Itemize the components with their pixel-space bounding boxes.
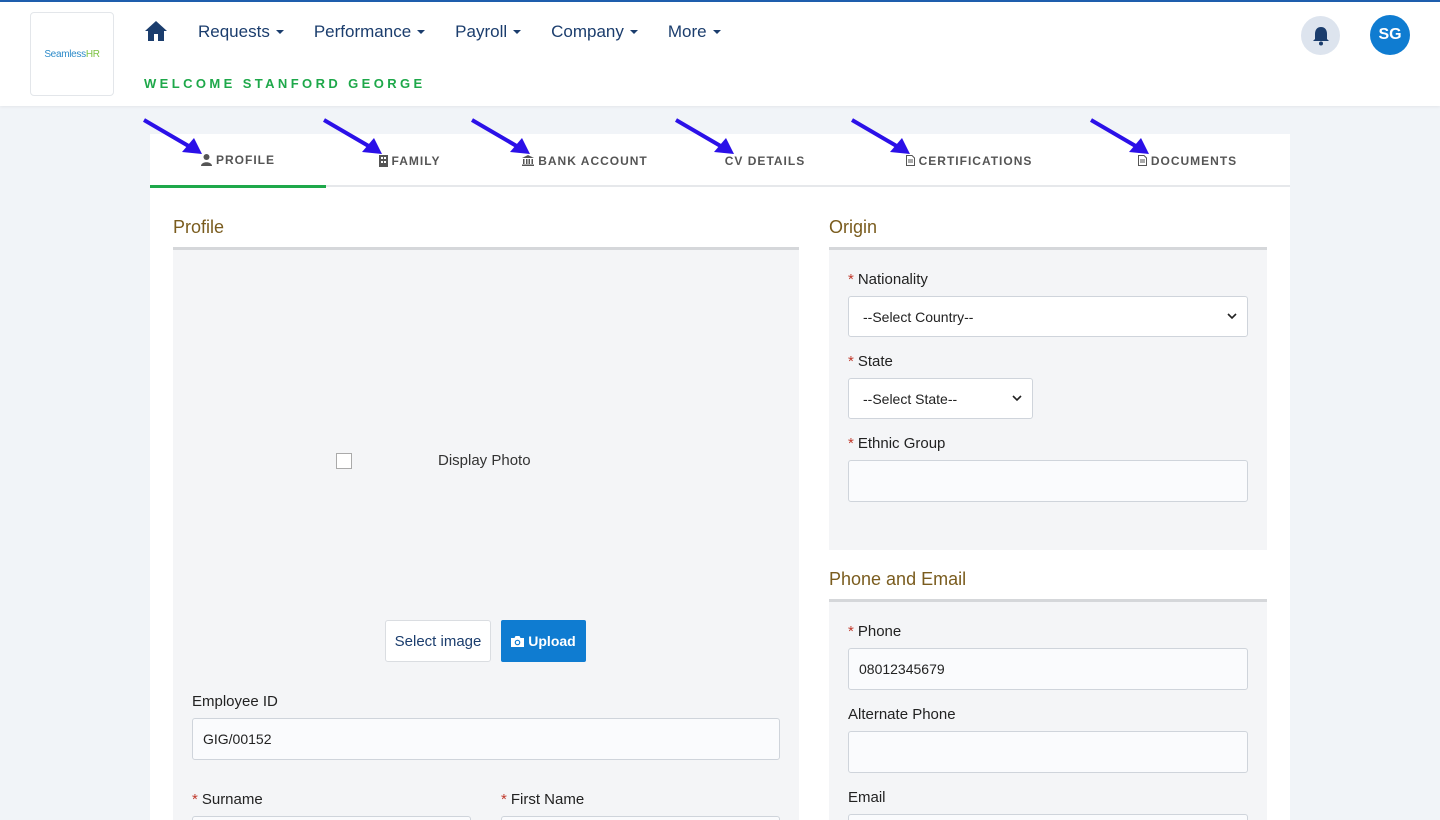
logo-text-hr: HR	[85, 48, 100, 60]
alternate-phone-field[interactable]	[848, 731, 1248, 773]
nav-performance-label: Performance	[313, 22, 412, 41]
phone-label-text: Phone	[857, 623, 902, 640]
email-field[interactable]	[848, 814, 1248, 820]
nav-company[interactable]: Company	[551, 20, 638, 44]
contact-section-title: Phone and Email	[829, 569, 967, 589]
file-icon	[905, 155, 915, 166]
ethnic-group-label-text: Ethnic Group	[857, 435, 946, 452]
broken-image-icon	[336, 452, 352, 469]
chevron-down-icon	[1012, 394, 1022, 401]
ethnic-group-field[interactable]	[848, 460, 1248, 502]
profile-tabs: PROFILE FAMILY BANK ACCOUNT CV DETAILS C…	[150, 134, 1290, 188]
nav-payroll-label: Payroll	[455, 22, 508, 41]
upload-button-label: Upload	[528, 633, 576, 649]
tab-family-label: FAMILY	[391, 153, 441, 168]
required-mark: *	[848, 623, 854, 640]
caret-down-icon	[712, 30, 721, 34]
surname-field[interactable]	[192, 816, 471, 820]
state-label: * State	[848, 353, 893, 370]
caret-down-icon	[417, 30, 426, 34]
tab-documents[interactable]: DOCUMENTS	[1085, 134, 1290, 187]
chevron-down-icon	[1227, 312, 1237, 319]
phone-field[interactable]: 08012345679	[848, 648, 1248, 690]
email-label: Email	[848, 789, 886, 806]
select-image-button[interactable]: Select image	[385, 620, 491, 662]
company-logo[interactable]: Seamless HR	[30, 12, 114, 96]
tab-bank-account-label: BANK ACCOUNT	[538, 153, 648, 168]
home-icon[interactable]	[144, 20, 168, 42]
surname-label: * Surname	[192, 791, 263, 808]
file-icon	[1137, 155, 1147, 166]
tab-cv-details[interactable]: CV DETAILS	[677, 134, 853, 187]
nav-performance[interactable]: Performance	[313, 20, 426, 44]
employee-id-label: Employee ID	[192, 693, 278, 710]
top-header: Seamless HR Requests Performance Payroll …	[0, 2, 1440, 106]
welcome-message: WELCOME STANFORD GEORGE	[144, 76, 426, 91]
required-mark: *	[848, 271, 854, 288]
tab-family[interactable]: FAMILY	[326, 134, 493, 187]
state-label-text: State	[857, 353, 893, 370]
required-mark: *	[501, 791, 507, 808]
first-name-label-text: First Name	[510, 791, 585, 808]
profile-section-title: Profile	[173, 217, 225, 237]
required-mark: *	[192, 791, 198, 808]
nav-requests-label: Requests	[198, 22, 270, 41]
required-mark: *	[848, 435, 854, 452]
user-avatar[interactable]: SG	[1370, 15, 1410, 55]
first-name-label: * First Name	[501, 791, 584, 808]
display-photo-alt-text: Display Photo	[438, 452, 531, 469]
nav-more[interactable]: More	[668, 20, 721, 44]
bank-icon	[522, 155, 535, 166]
nav-requests[interactable]: Requests	[198, 20, 284, 44]
alternate-phone-label: Alternate Phone	[848, 706, 956, 723]
employee-id-field[interactable]: GIG/00152	[192, 718, 780, 760]
main-nav: Requests Performance Payroll Company Mor…	[198, 20, 751, 44]
tab-profile-label: PROFILE	[215, 152, 275, 167]
caret-down-icon	[275, 30, 284, 34]
surname-label-text: Surname	[201, 791, 263, 808]
caret-down-icon	[513, 30, 522, 34]
bell-icon	[1312, 26, 1329, 45]
ethnic-group-label: * Ethnic Group	[848, 435, 945, 452]
first-name-field[interactable]	[501, 816, 780, 820]
nationality-select-value: --Select Country--	[863, 308, 974, 325]
nav-more-label: More	[667, 22, 707, 41]
user-icon	[200, 153, 212, 166]
origin-section-title: Origin	[829, 217, 878, 237]
phone-label: * Phone	[848, 623, 901, 640]
nationality-label: * Nationality	[848, 271, 928, 288]
state-select-value: --Select State--	[863, 390, 958, 407]
tab-profile[interactable]: PROFILE	[150, 134, 326, 188]
logo-text-seamless: Seamless	[44, 48, 86, 60]
display-photo: Display Photo	[336, 452, 531, 469]
state-select[interactable]: --Select State--	[848, 378, 1033, 419]
building-icon	[378, 154, 388, 167]
camera-icon	[511, 635, 525, 647]
required-mark: *	[848, 353, 854, 370]
tab-documents-label: DOCUMENTS	[1150, 153, 1238, 168]
notifications-button[interactable]	[1301, 16, 1340, 55]
caret-down-icon	[629, 30, 638, 34]
tab-certifications-label: CERTIFICATIONS	[918, 153, 1033, 168]
tab-cv-details-label: CV DETAILS	[724, 153, 806, 168]
nationality-select[interactable]: --Select Country--	[848, 296, 1248, 337]
nav-payroll[interactable]: Payroll	[455, 20, 522, 44]
tab-bank-account[interactable]: BANK ACCOUNT	[493, 134, 677, 187]
tab-certifications[interactable]: CERTIFICATIONS	[853, 134, 1085, 187]
nav-company-label: Company	[551, 22, 624, 41]
nationality-label-text: Nationality	[857, 271, 928, 288]
upload-button[interactable]: Upload	[501, 620, 586, 662]
